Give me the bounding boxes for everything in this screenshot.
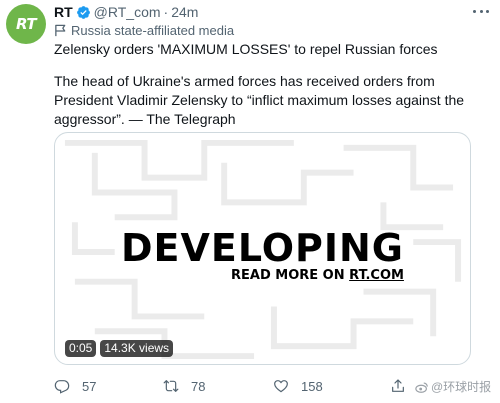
flag-icon (55, 24, 66, 36)
avatar[interactable]: RT (6, 4, 46, 44)
video-duration: 0:05 (65, 340, 97, 357)
more-button[interactable] (471, 4, 491, 18)
display-name[interactable]: RT (54, 4, 73, 20)
reply-count: 57 (82, 378, 97, 394)
retweet-icon (163, 380, 179, 392)
video-badges: 0:05 14.3K views (65, 340, 174, 357)
more-icon-dot (479, 9, 483, 13)
read-more-link: RT.COM (349, 268, 404, 283)
tweet-headline: Zelensky orders 'MAXIMUM LOSSES' to repe… (54, 41, 438, 57)
reply-icon (54, 380, 70, 394)
watermark-text: @环球时报 (431, 380, 492, 394)
state-media-label[interactable]: Russia state-affiliated media (54, 22, 234, 38)
weibo-icon (415, 381, 428, 393)
reply-button[interactable]: 57 (54, 376, 96, 396)
retweet-button[interactable]: 78 (163, 376, 205, 396)
avatar-logo-text: RT (15, 15, 37, 33)
tweet-text: Zelensky orders 'MAXIMUM LOSSES' to repe… (54, 40, 490, 129)
like-button[interactable]: 158 (273, 376, 323, 396)
read-more-text: READ MORE ON RT.COM (231, 268, 404, 283)
handle[interactable]: @RT_com (94, 4, 161, 20)
tweet-body: The head of Ukraine's armed forces has r… (54, 73, 465, 127)
share-icon (392, 379, 404, 392)
like-icon (274, 380, 288, 393)
weibo-watermark: @环球时报 (415, 378, 491, 395)
read-more-prefix: READ MORE ON (231, 268, 350, 283)
state-media-label-text: Russia state-affiliated media (71, 22, 235, 38)
more-icon (473, 9, 476, 13)
separator: · (163, 4, 169, 20)
more-icon-dot (486, 9, 489, 13)
developing-title: DEVELOPING (120, 226, 404, 270)
timestamp[interactable]: 24m (171, 4, 198, 20)
tweet-header: RT @RT_com · 24m (54, 3, 198, 21)
retweet-count: 78 (191, 378, 206, 394)
like-count: 158 (301, 378, 323, 394)
view-count: 14.3K views (100, 340, 174, 357)
share-button[interactable] (390, 376, 418, 396)
video-card[interactable]: DEVELOPING READ MORE ON RT.COM 0:05 14.3… (54, 132, 471, 365)
verified-badge-icon (76, 5, 90, 19)
